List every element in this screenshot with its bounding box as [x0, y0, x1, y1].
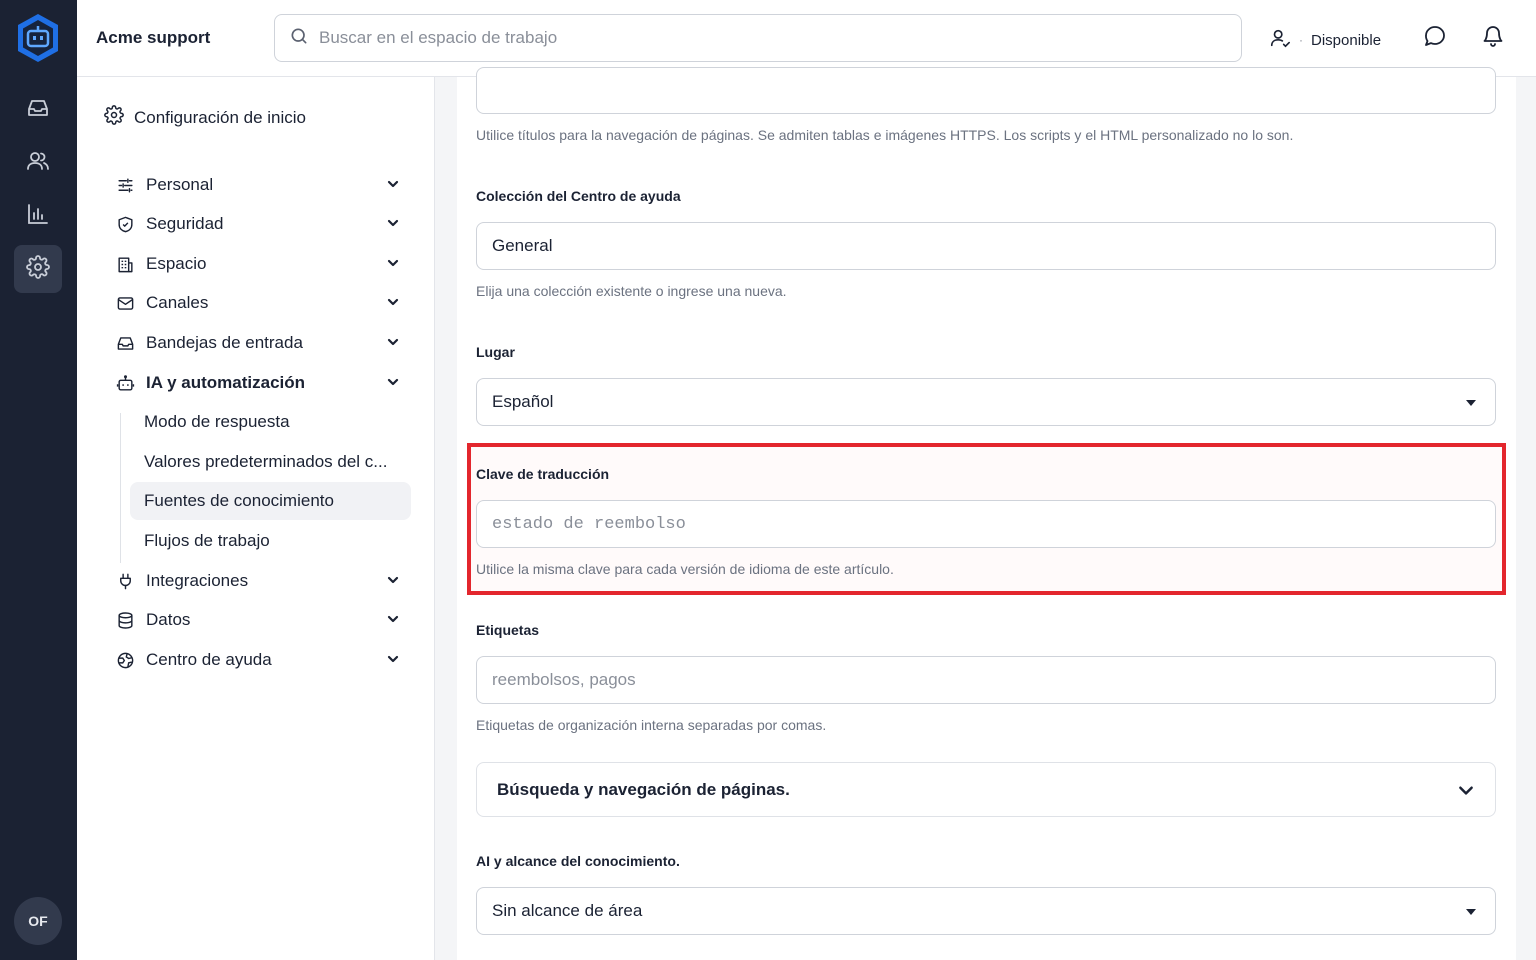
building-icon [115, 254, 135, 274]
chevron-down-icon [387, 378, 399, 386]
global-search[interactable] [274, 14, 1242, 62]
settings-home-label: Configuración de inicio [134, 107, 306, 127]
sidebar-subitem-valores-predeterminados[interactable]: Valores predeterminados del c... [130, 443, 411, 481]
collection-hint: Elija una colección existente o ingrese … [476, 283, 787, 299]
sidebar-item-label: Datos [146, 610, 191, 629]
globe-icon [115, 650, 135, 670]
body-hint: Utilice títulos para la navegación de pá… [476, 127, 1294, 143]
inbox-icon [26, 96, 50, 125]
chevron-down-icon [387, 219, 399, 227]
translation-key-hint: Utilice la misma clave para cada versión… [476, 561, 894, 577]
rail-users-button[interactable] [14, 139, 62, 187]
ai-scope-select[interactable]: Sin alcance de área [476, 887, 1496, 935]
translation-key-label: Clave de traducción [476, 466, 610, 482]
shield-icon [115, 214, 135, 234]
chevron-down-icon [387, 655, 399, 663]
locale-select[interactable]: Español [476, 378, 1496, 426]
status-separator: · [1299, 33, 1303, 47]
search-icon [289, 26, 309, 51]
chevron-down-icon [387, 180, 399, 188]
chevron-down-icon [387, 338, 399, 346]
ai-scope-label: AI y alcance del conocimiento. [476, 853, 680, 869]
plug-icon [115, 571, 135, 591]
sidebar-item-integraciones[interactable]: Integraciones [115, 564, 401, 598]
translation-key-input[interactable]: estado de reembolso [476, 500, 1496, 548]
sidebar-item-label: Centro de ayuda [146, 650, 272, 669]
tags-hint: Etiquetas de organización interna separa… [476, 717, 827, 733]
sidebar-subitem-fuentes-conocimiento[interactable]: Fuentes de conocimiento [130, 482, 411, 520]
sidebar-item-label: Seguridad [146, 214, 224, 233]
sliders-icon [115, 175, 135, 195]
workspace-name: Acme support [96, 28, 211, 47]
mail-icon [115, 293, 135, 313]
settings-icon [26, 254, 50, 284]
sidebar-item-label: IA y automatización [146, 373, 306, 392]
bell-icon [1481, 24, 1505, 53]
tags-input[interactable]: reembolsos, pagos [476, 656, 1496, 704]
tags-label: Etiquetas [476, 622, 540, 638]
settings-home-link[interactable]: Configuración de inicio [104, 105, 306, 130]
collection-input[interactable]: General [476, 222, 1496, 270]
sidebar-subitem-flujos-trabajo[interactable]: Flujos de trabajo [130, 522, 411, 560]
sidebar-item-label: Bandejas de entrada [146, 333, 303, 352]
sidebar-subitem-modo-respuesta[interactable]: Modo de respuesta [130, 403, 411, 441]
locale-label: Lugar [476, 344, 515, 360]
app-logo-icon[interactable] [14, 12, 62, 64]
ai-scope-value: Sin alcance de área [492, 901, 643, 920]
rail-settings-button[interactable] [14, 245, 62, 293]
sidebar-item-datos[interactable]: Datos [115, 603, 401, 637]
sidebar-item-label: Canales [146, 293, 209, 312]
locale-value: Español [492, 392, 554, 411]
notifications-button[interactable] [1480, 25, 1506, 51]
status-label: Disponible [1311, 31, 1382, 49]
submenu-guide-line [120, 413, 121, 563]
article-settings-form: Utilice títulos para la navegación de pá… [457, 67, 1516, 960]
gear-icon [104, 105, 124, 130]
accordion-title: Búsqueda y navegación de páginas. [497, 779, 790, 799]
sidebar-item-label: Integraciones [146, 571, 249, 590]
users-icon [26, 149, 50, 178]
sidebar-item-canales[interactable]: Canales [115, 286, 401, 320]
chevron-down-icon [387, 576, 399, 584]
chevron-down-icon [1459, 786, 1473, 795]
sidebar-item-espacio[interactable]: Espacio [115, 247, 401, 281]
sidebar-item-label: Espacio [146, 254, 207, 273]
rail-reports-button[interactable] [14, 192, 62, 240]
search-input[interactable] [319, 28, 1199, 48]
search-navigation-accordion[interactable]: Búsqueda y navegación de páginas. [476, 762, 1496, 817]
bot-icon [115, 373, 135, 393]
chevron-down-icon [387, 259, 399, 267]
caret-down-icon [1466, 909, 1476, 915]
database-icon [115, 610, 135, 630]
settings-sidebar: Configuración de inicio Personal Segurid… [77, 77, 435, 960]
availability-status[interactable]: · Disponible [1269, 27, 1381, 53]
sidebar-item-seguridad[interactable]: Seguridad [115, 207, 401, 241]
chat-bubble-icon [1423, 24, 1447, 53]
sidebar-item-centro-ayuda[interactable]: Centro de ayuda [115, 643, 401, 677]
inbox-icon [115, 333, 135, 353]
sidebar-item-bandejas[interactable]: Bandejas de entrada [115, 326, 401, 360]
sidebar-item-personal[interactable]: Personal [115, 168, 401, 202]
article-body-editor[interactable] [476, 67, 1496, 114]
sidebar-item-label: Personal [146, 175, 214, 194]
rail-inbox-button[interactable] [14, 86, 62, 134]
user-avatar[interactable]: OF [14, 897, 62, 945]
chevron-down-icon [387, 615, 399, 623]
user-status-icon [1269, 27, 1291, 53]
sidebar-item-ia-automatizacion[interactable]: IA y automatización [115, 366, 401, 400]
chart-icon [26, 202, 50, 231]
collection-label: Colección del Centro de ayuda [476, 188, 681, 204]
app-rail: OF [0, 0, 77, 960]
top-bar: Acme support · Disponible [77, 0, 1536, 77]
chat-button[interactable] [1422, 25, 1448, 51]
chevron-down-icon [387, 298, 399, 306]
caret-down-icon [1466, 400, 1476, 406]
